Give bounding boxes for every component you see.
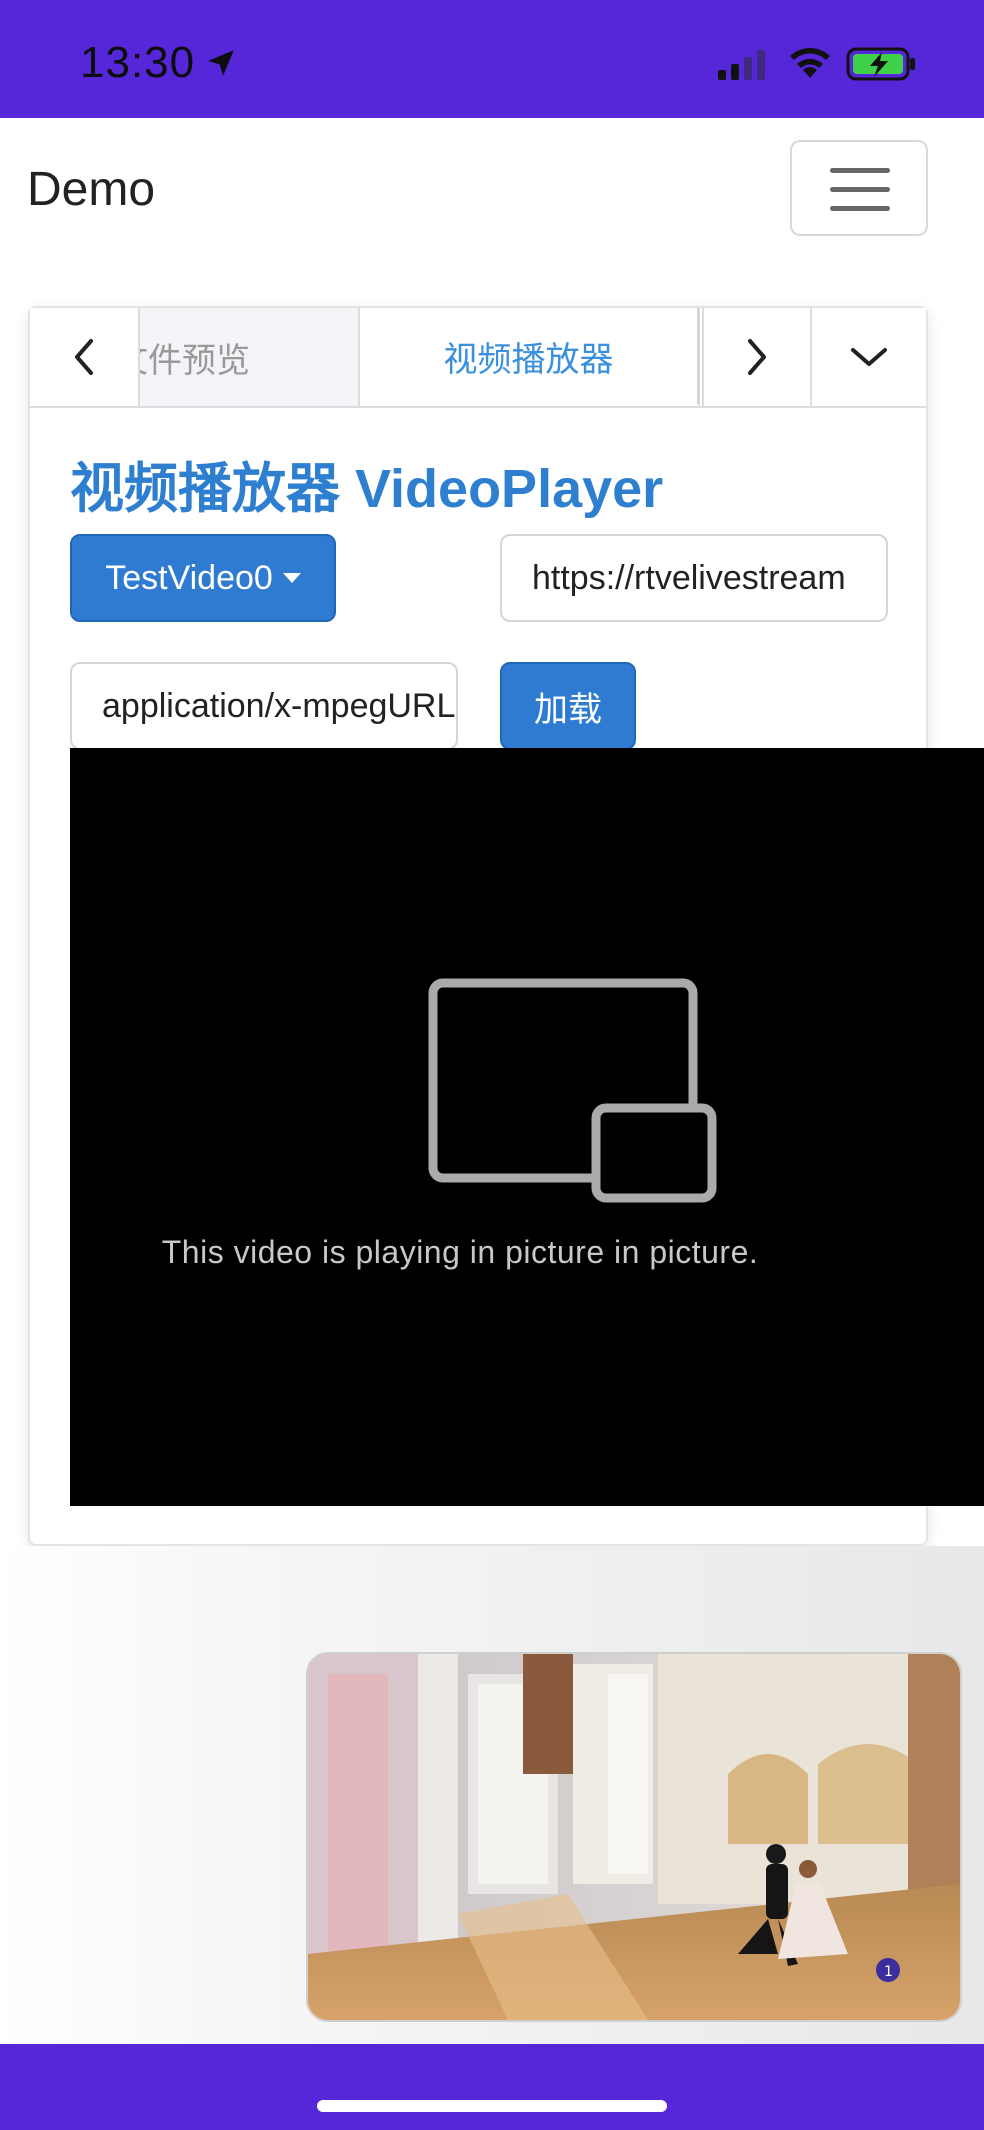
wifi-icon bbox=[790, 48, 830, 78]
chevron-right-icon bbox=[748, 339, 766, 375]
load-button[interactable]: 加载 bbox=[500, 662, 636, 750]
tab-scroll-right-button[interactable] bbox=[702, 308, 812, 406]
hamburger-line bbox=[830, 187, 890, 192]
page-title: 视频播放器 VideoPlayer bbox=[70, 459, 664, 519]
video-select-label: TestVideo0 bbox=[105, 558, 273, 597]
menu-toggle-button[interactable] bbox=[790, 140, 928, 236]
status-time: 13:30 bbox=[80, 38, 196, 87]
brand-title[interactable]: Demo bbox=[27, 162, 155, 217]
chevron-down-icon bbox=[851, 348, 887, 366]
pip-floating-window[interactable]: 1 bbox=[306, 1652, 962, 2022]
hamburger-icon bbox=[830, 168, 890, 173]
location-arrow-icon bbox=[208, 50, 234, 76]
chevron-left-icon bbox=[75, 339, 93, 375]
signal-icon bbox=[718, 50, 765, 80]
tab-video-player[interactable]: 视频播放器 bbox=[360, 308, 700, 406]
video-select-dropdown[interactable]: TestVideo0 bbox=[70, 534, 336, 622]
picture-in-picture-icon bbox=[428, 978, 717, 1203]
pip-video-frame: 1 bbox=[308, 1654, 960, 2020]
navbar: Demo bbox=[0, 118, 984, 266]
pip-message: This video is playing in picture in pict… bbox=[161, 1234, 759, 1270]
tab-scroll-left-button[interactable] bbox=[30, 308, 140, 406]
mime-type-input[interactable]: application/x-mpegURL bbox=[70, 662, 458, 750]
caret-down-icon bbox=[282, 573, 301, 583]
tab-video-player-label: 视频播放器 bbox=[443, 340, 614, 379]
battery-charging-icon bbox=[846, 47, 915, 81]
url-input[interactable]: https://rtvelivestream bbox=[500, 534, 888, 622]
home-indicator-bar bbox=[0, 2044, 984, 2130]
hamburger-line bbox=[830, 206, 890, 211]
svg-text:1: 1 bbox=[884, 1964, 893, 1980]
tab-list-dropdown-button[interactable] bbox=[812, 308, 926, 406]
status-bar: 13:30 bbox=[0, 0, 984, 118]
tab-bar: 文件预览 视频播放器 bbox=[30, 308, 926, 408]
video-player[interactable]: This video is playing in picture in pict… bbox=[70, 748, 984, 1506]
home-indicator[interactable] bbox=[317, 2100, 667, 2112]
